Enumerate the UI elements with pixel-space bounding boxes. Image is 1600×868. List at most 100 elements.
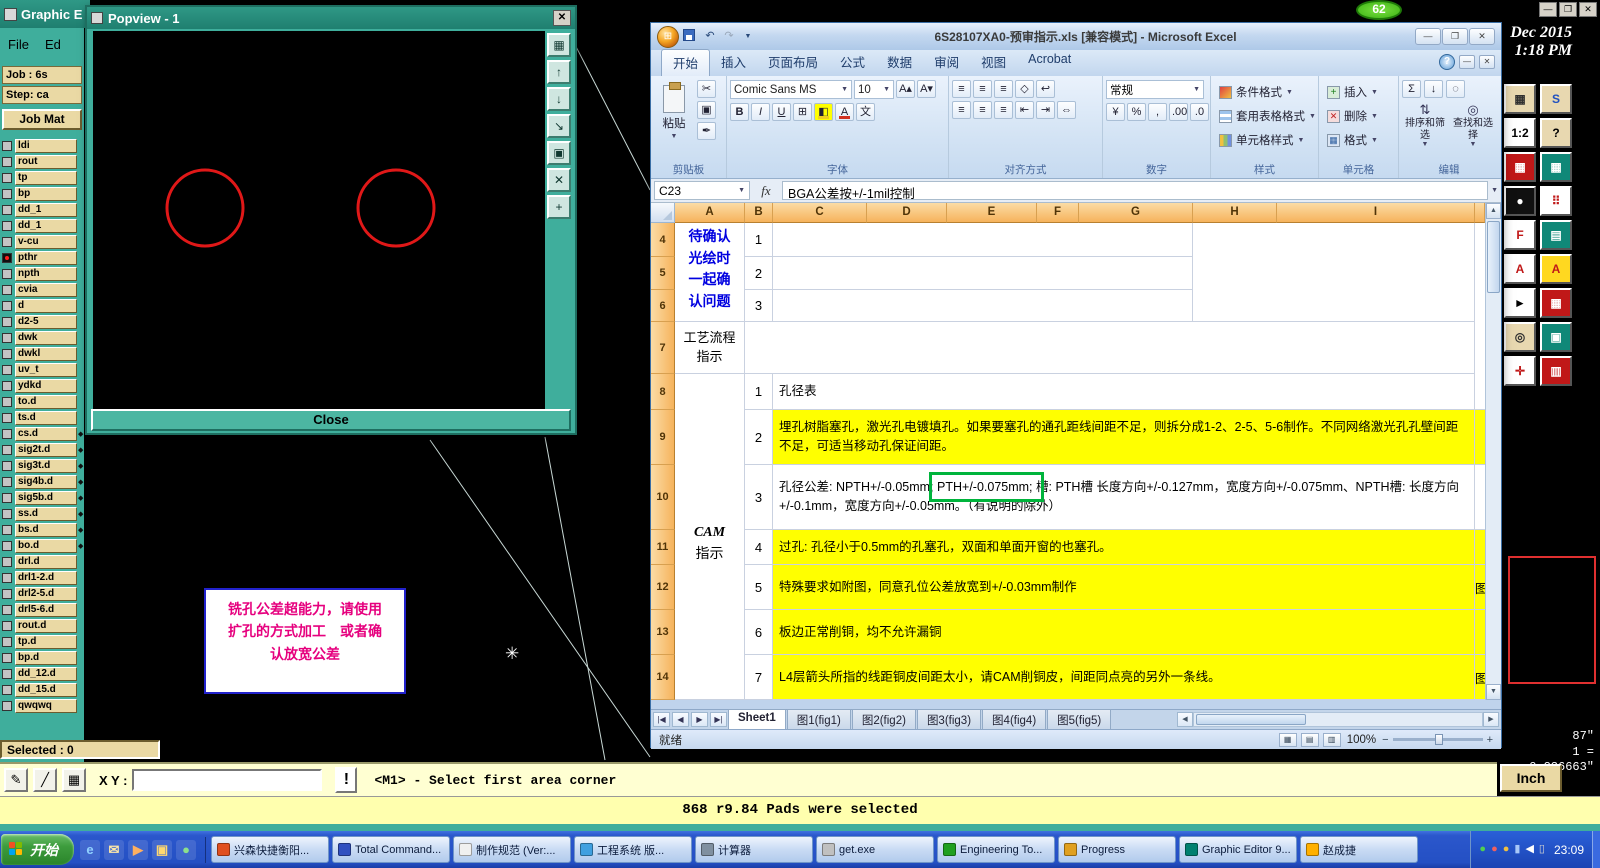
layer-button[interactable]: rout.d: [15, 619, 77, 633]
panel-tool-icon[interactable]: ▦: [1504, 84, 1536, 114]
decrease-decimal-icon[interactable]: .0: [1190, 103, 1209, 121]
wheel-tool-icon[interactable]: ●: [1504, 186, 1536, 216]
row-header-8[interactable]: 8: [651, 374, 675, 410]
pan-diagonal-icon[interactable]: ↘: [547, 114, 571, 138]
layer-button[interactable]: drl1-2.d: [15, 571, 77, 585]
autosum-icon[interactable]: Σ: [1402, 80, 1421, 98]
column-header-G[interactable]: G: [1079, 203, 1193, 223]
group-label[interactable]: 字体: [727, 162, 948, 177]
sort-filter-button[interactable]: ⇅ 排序和筛选 ▼: [1402, 100, 1448, 150]
column-header-F[interactable]: F: [1037, 203, 1079, 223]
ribbon-minimize-icon[interactable]: —: [1459, 55, 1475, 69]
measure-tool-icon[interactable]: ◎: [1504, 322, 1536, 352]
cell-item-number[interactable]: 6: [745, 610, 773, 655]
layer-button[interactable]: dwkl: [15, 347, 77, 361]
fill-color-icon[interactable]: ◧: [814, 103, 833, 121]
page-layout-view-icon[interactable]: ▤: [1300, 732, 1319, 747]
layer-visibility-checkbox[interactable]: [2, 461, 12, 471]
insert-cells-button[interactable]: + 插入 ▼: [1322, 80, 1395, 104]
layer-visibility-checkbox[interactable]: [2, 541, 12, 551]
layer-visibility-checkbox[interactable]: [2, 573, 12, 583]
app-icon[interactable]: ●: [176, 839, 196, 860]
ribbon-close-icon[interactable]: ✕: [1479, 55, 1495, 69]
layer-button[interactable]: qwqwq: [15, 699, 77, 713]
format-painter-icon[interactable]: ✒: [697, 122, 716, 140]
layer-visibility-checkbox[interactable]: [2, 349, 12, 359]
layer-button[interactable]: ldi: [15, 139, 77, 153]
undo-icon[interactable]: ↶: [702, 29, 718, 45]
last-sheet-icon[interactable]: ▶|: [710, 712, 727, 727]
comma-icon[interactable]: ,: [1148, 103, 1167, 121]
next-sheet-icon[interactable]: ▶: [691, 712, 708, 727]
row-header-12[interactable]: 12: [651, 565, 675, 610]
layer-button[interactable]: tp.d: [15, 635, 77, 649]
layer-button[interactable]: d: [15, 299, 77, 313]
scrollbar-thumb[interactable]: [1196, 714, 1306, 725]
underline-icon[interactable]: U: [772, 103, 791, 121]
start-button[interactable]: 开始: [1, 834, 74, 865]
name-box[interactable]: C23 ▼: [654, 181, 750, 200]
cell-item-number[interactable]: 2: [745, 410, 773, 465]
cell-item-text[interactable]: 过孔: 孔径小于0.5mm的孔塞孔，双面和单面开窗的也塞孔。: [773, 530, 1475, 565]
mail-icon[interactable]: ✉: [104, 839, 124, 860]
layer-visibility-checkbox[interactable]: [2, 413, 12, 423]
scroll-up-icon[interactable]: ▲: [1486, 203, 1501, 219]
folder-icon[interactable]: ▣: [152, 839, 172, 860]
layer-visibility-checkbox[interactable]: [2, 285, 12, 295]
flip-tool-icon[interactable]: F: [1504, 220, 1536, 250]
grid-teal-tool-icon[interactable]: ▦: [1540, 152, 1572, 182]
align-bottom-icon[interactable]: ≡: [994, 80, 1013, 98]
layer-button[interactable]: bo.d: [15, 539, 77, 553]
layer-button[interactable]: npth: [15, 267, 77, 281]
group-label[interactable]: 数字: [1103, 162, 1210, 177]
row-header-14[interactable]: 14: [651, 655, 675, 700]
sheet-tab-图2(fig2)[interactable]: 图2(fig2): [851, 709, 916, 730]
cell-empty[interactable]: [773, 223, 1193, 257]
tab-公式[interactable]: 公式: [829, 49, 876, 76]
align-left-icon[interactable]: ≡: [952, 101, 971, 119]
copy-icon[interactable]: ▣: [697, 101, 716, 119]
row-header-4[interactable]: 4: [651, 223, 675, 257]
layer-button[interactable]: dd_1: [15, 203, 77, 217]
layer-visibility-checkbox[interactable]: [2, 381, 12, 391]
row-header-5[interactable]: 5: [651, 257, 675, 290]
menu-edit[interactable]: Ed: [45, 37, 61, 52]
fit-view-icon[interactable]: ▣: [547, 141, 571, 165]
layer-button[interactable]: sig5b.d: [15, 491, 77, 505]
warn-tool-icon[interactable]: A: [1540, 254, 1572, 284]
italic-icon[interactable]: I: [751, 103, 770, 121]
layer-visibility-checkbox[interactable]: [2, 301, 12, 311]
column-header-E[interactable]: E: [947, 203, 1037, 223]
layer-button[interactable]: ss.d: [15, 507, 77, 521]
row-header-6[interactable]: 6: [651, 290, 675, 322]
column-header-B[interactable]: B: [745, 203, 773, 223]
column-header-D[interactable]: D: [867, 203, 947, 223]
sheet-tab-图1(fig1)[interactable]: 图1(fig1): [786, 709, 851, 730]
fx-icon[interactable]: fx: [753, 183, 779, 199]
task-button[interactable]: 工程系统 版...: [574, 836, 692, 863]
task-button[interactable]: 兴森快捷衡阳...: [211, 836, 329, 863]
layer-visibility-checkbox[interactable]: [2, 557, 12, 567]
layers-tool-icon[interactable]: ▤: [1540, 220, 1572, 250]
cell-empty[interactable]: [773, 257, 1193, 290]
scroll-left-icon[interactable]: ◀: [1177, 712, 1193, 727]
cell-item-text[interactable]: 埋孔树脂塞孔，激光孔电镀填孔。如果要塞孔的通孔距线间距不足，则拆分成1-2、2-…: [773, 410, 1475, 465]
cell-item-number[interactable]: 7: [745, 655, 773, 700]
layer-visibility-checkbox[interactable]: [2, 429, 12, 439]
layer-visibility-checkbox[interactable]: [2, 205, 12, 215]
cell-item-text[interactable]: 板边正常削铜，均不允许漏铜: [773, 610, 1475, 655]
font-name-select[interactable]: Comic Sans MS ▼: [730, 80, 852, 99]
excel-close-button[interactable]: ✕: [1469, 28, 1495, 45]
wrap-text-icon[interactable]: ↩: [1036, 80, 1055, 98]
scale-tool-icon[interactable]: 1:2: [1504, 118, 1536, 148]
office-button[interactable]: ⊞: [657, 25, 679, 48]
redo-icon[interactable]: ↷: [721, 29, 737, 45]
layer-visibility-checkbox[interactable]: [2, 141, 12, 151]
layer-visibility-checkbox[interactable]: [2, 221, 12, 231]
task-button[interactable]: 计算器: [695, 836, 813, 863]
task-button[interactable]: 赵成捷: [1300, 836, 1418, 863]
net-tool-icon[interactable]: ▦: [1540, 288, 1572, 318]
select-tool-icon[interactable]: ✛: [1504, 356, 1536, 386]
decrease-indent-icon[interactable]: ⇤: [1015, 101, 1034, 119]
layer-visibility-checkbox[interactable]: [2, 685, 12, 695]
